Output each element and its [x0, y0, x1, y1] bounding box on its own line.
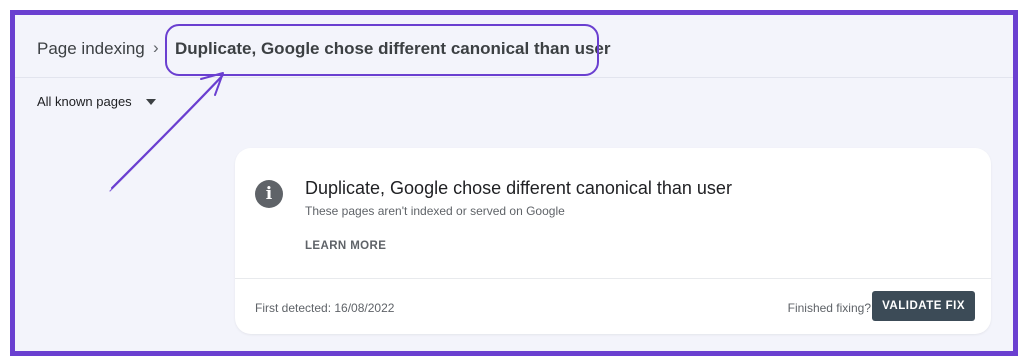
card-divider: [235, 278, 991, 279]
info-icon: i: [255, 180, 283, 208]
caret-down-icon: [145, 98, 156, 105]
issue-details-card: i Duplicate, Google chose different cano…: [235, 148, 991, 334]
pages-filter-dropdown[interactable]: All known pages: [37, 94, 156, 109]
finished-fixing-label: Finished fixing?: [787, 301, 871, 315]
validate-fix-button[interactable]: VALIDATE FIX: [872, 291, 975, 321]
breadcrumb-page-indexing[interactable]: Page indexing: [37, 39, 145, 59]
issue-subtitle: These pages aren't indexed or served on …: [305, 204, 565, 218]
issue-title: Duplicate, Google chose different canoni…: [305, 178, 732, 198]
learn-more-link[interactable]: LEARN MORE: [305, 240, 386, 252]
breadcrumb-separator-icon: ›: [153, 38, 159, 57]
annotation-highlight: [165, 24, 599, 76]
first-detected-date: First detected: 16/08/2022: [255, 301, 395, 315]
filter-selected-value: All known pages: [37, 94, 132, 109]
page-header: Page indexing › Duplicate, Google chose …: [15, 15, 1013, 78]
screenshot-frame: Page indexing › Duplicate, Google chose …: [10, 10, 1018, 356]
